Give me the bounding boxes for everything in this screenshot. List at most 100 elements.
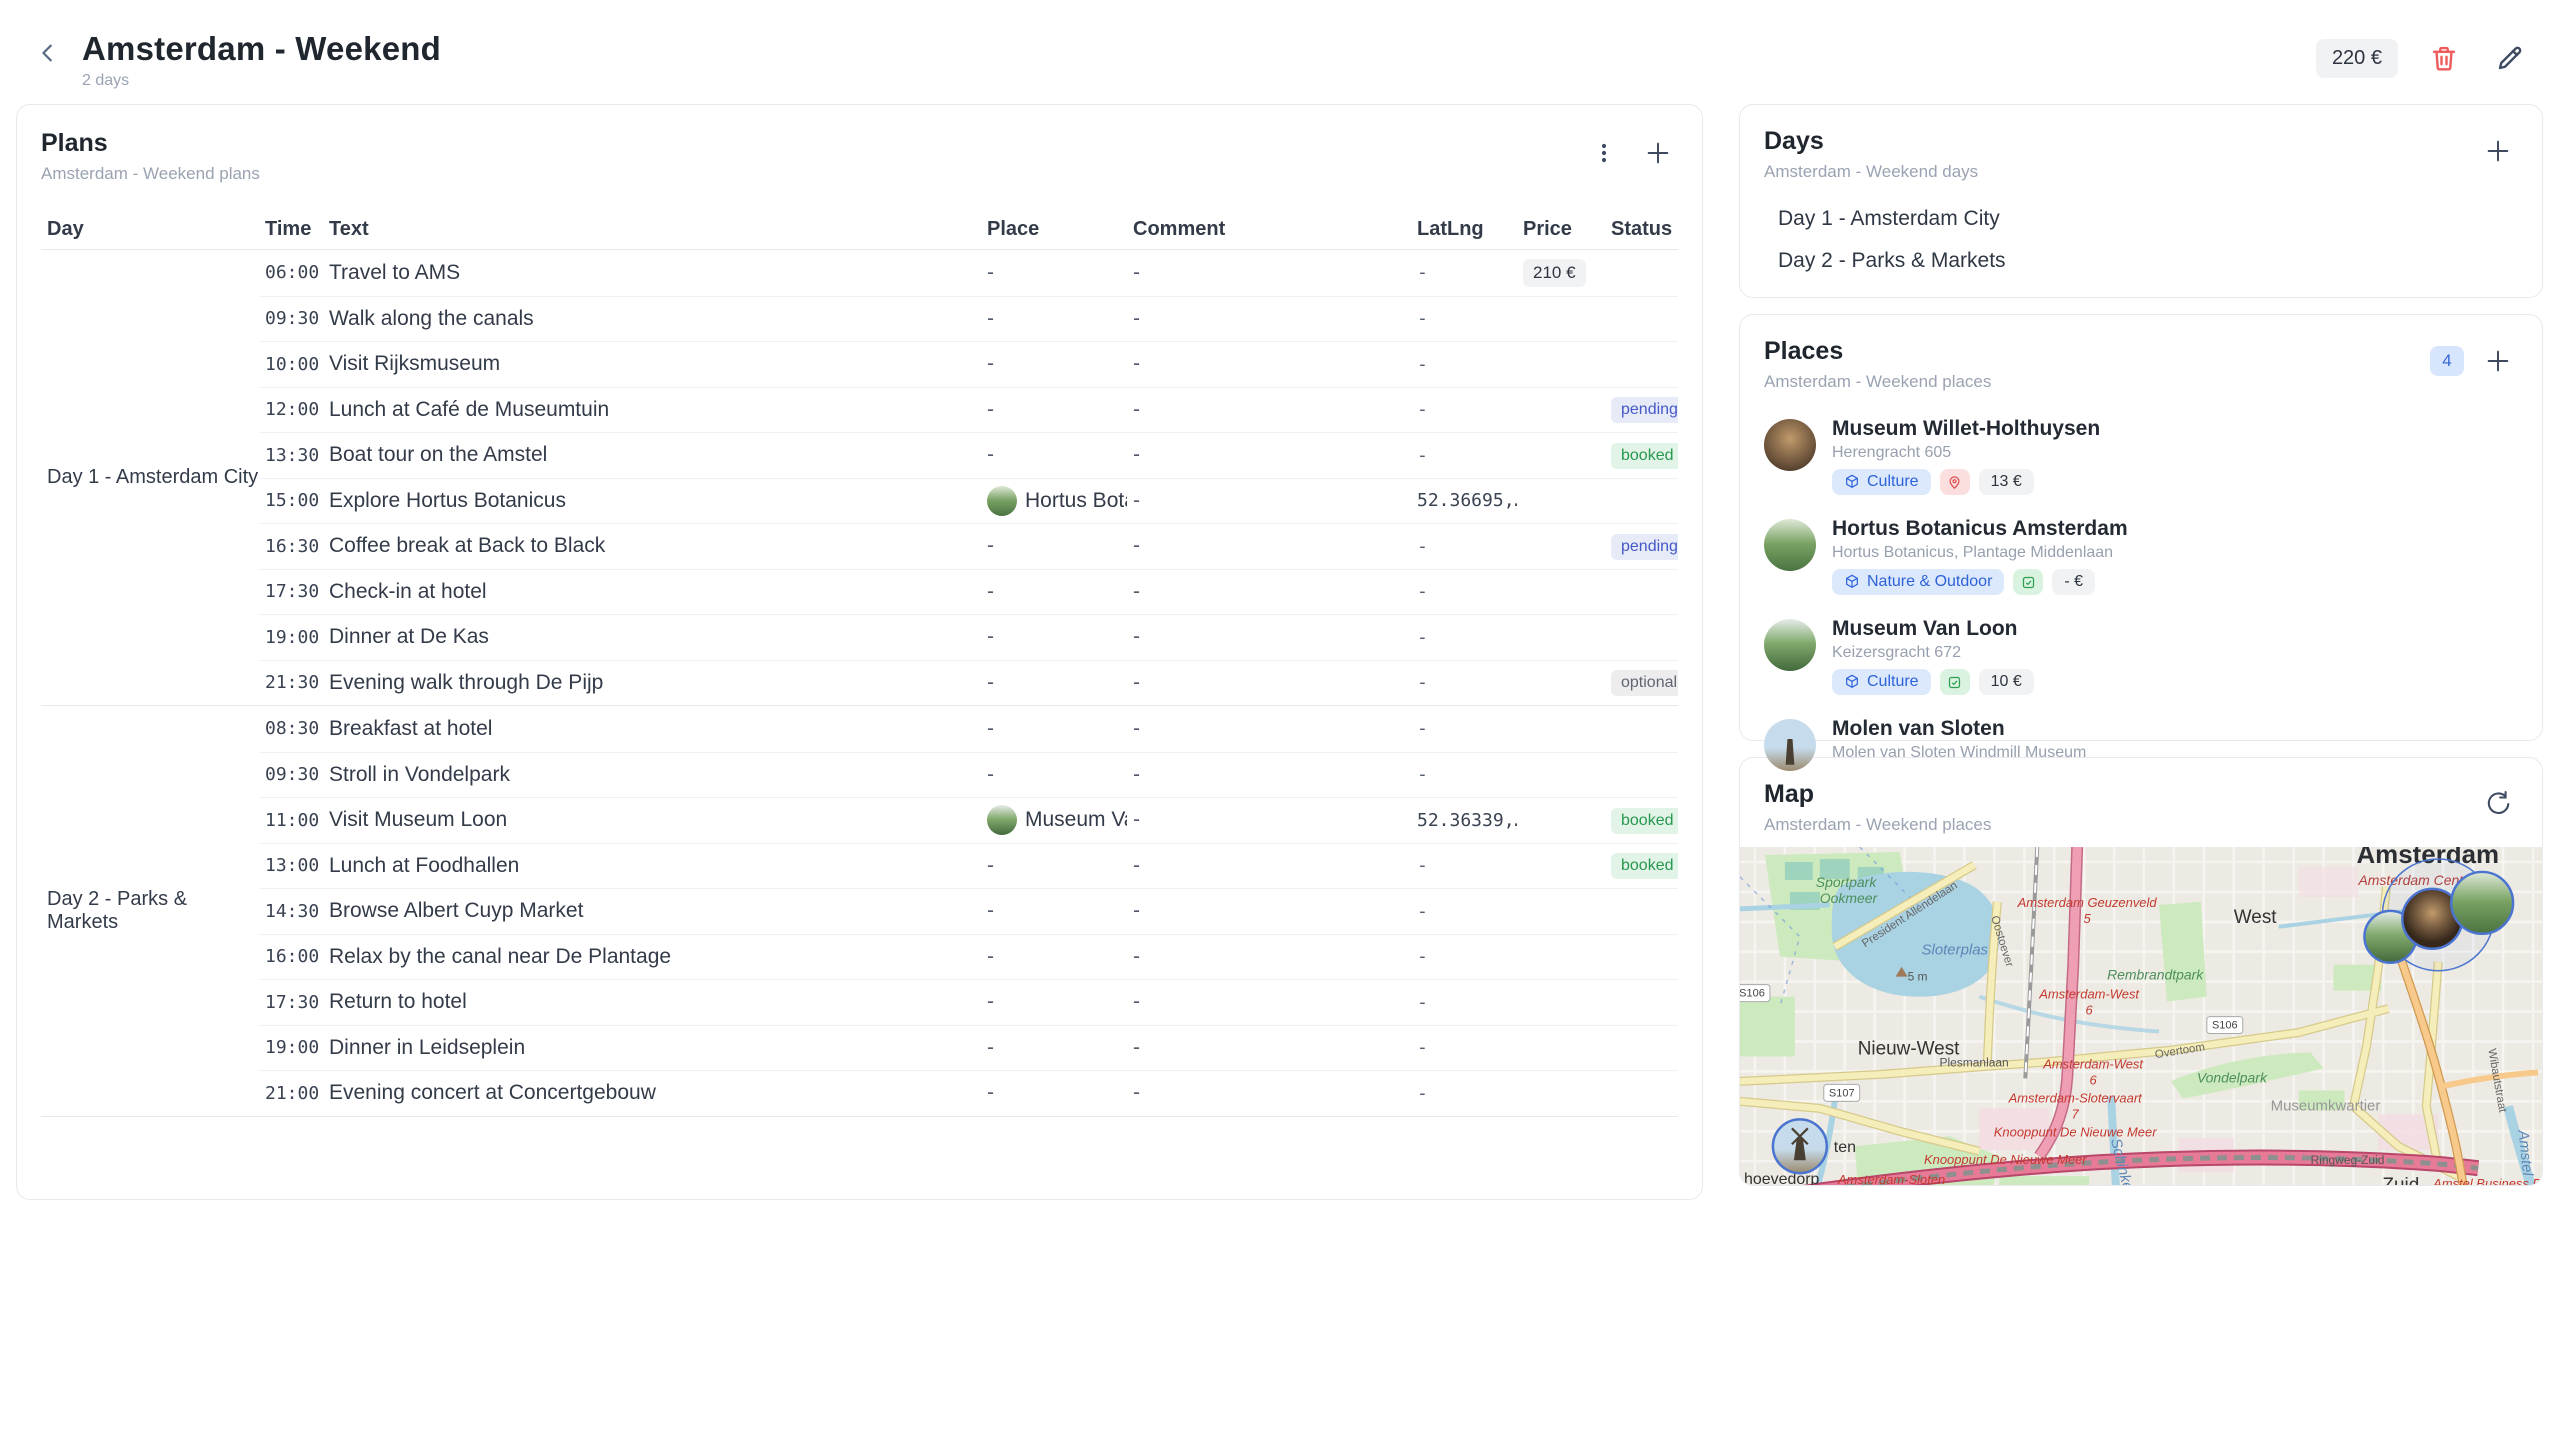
plan-place: Hortus Bota… xyxy=(981,486,1127,516)
col-status: Status xyxy=(1605,218,1678,241)
map-label: Museumkwartier xyxy=(2271,1097,2381,1114)
delete-trip-button[interactable] xyxy=(2424,38,2464,78)
plan-text: Lunch at Café de Museumtuin xyxy=(323,398,981,422)
days-card: Days Amsterdam - Weekend days Day 1 - Am… xyxy=(1739,104,2543,298)
plan-place: - xyxy=(981,1081,1127,1105)
map-subtitle: Amsterdam - Weekend places xyxy=(1764,815,1991,835)
plan-place: - xyxy=(981,990,1127,1014)
plan-text: Explore Hortus Botanicus xyxy=(323,489,981,513)
plan-text: Dinner at De Kas xyxy=(323,625,981,649)
add-day-button[interactable] xyxy=(2478,131,2518,171)
map-label: Rembrandtpark xyxy=(2107,967,2204,983)
plan-row[interactable]: 17:30 Check-in at hotel - - - xyxy=(259,569,1678,615)
map-label: Sloterplas xyxy=(1922,942,1989,959)
map-image: S106 S106 S107 Amsterdam Amsterdam Centr… xyxy=(1740,847,2542,1186)
plan-row[interactable]: 11:00 Visit Museum Loon Museum Va… - 52.… xyxy=(259,797,1678,843)
place-name: Museum Willet-Holthuysen xyxy=(1832,417,2100,441)
svg-text:S107: S107 xyxy=(1829,1087,1855,1099)
plan-row[interactable]: 21:30 Evening walk through De Pijp - - -… xyxy=(259,660,1678,706)
back-button[interactable] xyxy=(30,36,66,72)
plan-comment: - xyxy=(1127,945,1411,969)
plan-place: Museum Va… xyxy=(981,805,1127,835)
days-title: Days xyxy=(1764,127,1978,156)
pin-icon xyxy=(1947,475,1962,490)
category-badge: Nature & Outdoor xyxy=(1832,569,2004,595)
plan-time: 14:30 xyxy=(259,901,323,922)
plan-time: 17:30 xyxy=(259,992,323,1013)
plan-time: 09:30 xyxy=(259,764,323,785)
plan-text: Return to hotel xyxy=(323,990,981,1014)
day-list-item[interactable]: Day 1 - Amsterdam City xyxy=(1764,198,2518,240)
svg-text:S106: S106 xyxy=(2212,1020,2238,1032)
plan-place: - xyxy=(981,352,1127,376)
plus-icon xyxy=(2484,347,2512,375)
plan-row[interactable]: 19:00 Dinner in Leidseplein - - - xyxy=(259,1025,1678,1071)
plan-time: 13:00 xyxy=(259,855,323,876)
day-list-item[interactable]: Day 2 - Parks & Markets xyxy=(1764,240,2518,282)
map-label: Amsterdam-West xyxy=(2042,1056,2144,1071)
add-plan-button[interactable] xyxy=(1638,133,1678,173)
place-photo xyxy=(1764,619,1816,671)
plan-time: 17:30 xyxy=(259,581,323,602)
plan-place: - xyxy=(981,625,1127,649)
place-thumbnail xyxy=(987,486,1017,516)
place-address: Herengracht 605 xyxy=(1832,444,2100,462)
map-label: 6 xyxy=(2090,1072,2098,1087)
col-comment: Comment xyxy=(1127,218,1411,241)
place-list-item[interactable]: Hortus Botanicus Amsterdam Hortus Botani… xyxy=(1764,506,2518,606)
map-marker-hortus-botanicus[interactable] xyxy=(2451,872,2513,934)
plan-comment: - xyxy=(1127,1081,1411,1105)
plan-row[interactable]: 14:30 Browse Albert Cuyp Market - - - xyxy=(259,888,1678,934)
map-label: 5 m xyxy=(1908,970,1928,984)
day-group-label: Day 1 - Amsterdam City xyxy=(41,250,259,705)
plan-row[interactable]: 12:00 Lunch at Café de Museumtuin - - - … xyxy=(259,387,1678,433)
map-viewport[interactable]: S106 S106 S107 Amsterdam Amsterdam Centr… xyxy=(1740,847,2542,1186)
plan-place: - xyxy=(981,945,1127,969)
plan-row[interactable]: 10:00 Visit Rijksmuseum - - - xyxy=(259,341,1678,387)
plan-row[interactable]: 15:00 Explore Hortus Botanicus Hortus Bo… xyxy=(259,478,1678,524)
place-list-item[interactable]: Museum Willet-Holthuysen Herengracht 605… xyxy=(1764,406,2518,506)
map-title: Map xyxy=(1764,780,1991,809)
plan-time: 10:00 xyxy=(259,354,323,375)
map-marker-molen-van-sloten[interactable] xyxy=(1773,1119,1827,1173)
map-label: Ookmeer xyxy=(1820,890,1879,906)
plan-latlng: - xyxy=(1411,581,1517,602)
plan-row[interactable]: 09:30 Stroll in Vondelpark - - - xyxy=(259,752,1678,798)
cube-icon xyxy=(1844,674,1860,690)
plan-row[interactable]: 17:30 Return to hotel - - - xyxy=(259,979,1678,1025)
cube-icon xyxy=(1844,574,1860,590)
plan-row[interactable]: 21:00 Evening concert at Concertgebouw -… xyxy=(259,1070,1678,1116)
plan-row[interactable]: 19:00 Dinner at De Kas - - - xyxy=(259,614,1678,660)
place-price-badge: - € xyxy=(2052,569,2095,595)
map-refresh-button[interactable] xyxy=(2478,784,2518,824)
plan-time: 16:30 xyxy=(259,536,323,557)
plan-row[interactable]: 06:00 Travel to AMS - - - 210 € xyxy=(259,250,1678,296)
plan-place: - xyxy=(981,443,1127,467)
col-time: Time xyxy=(259,218,323,241)
map-label: 7 xyxy=(2072,1106,2080,1121)
plan-row[interactable]: 13:30 Boat tour on the Amstel - - - book… xyxy=(259,432,1678,478)
places-card: Places Amsterdam - Weekend places 4 Muse… xyxy=(1739,314,2543,741)
plan-row[interactable]: 09:30 Walk along the canals - - - xyxy=(259,296,1678,342)
add-place-button[interactable] xyxy=(2478,341,2518,381)
plans-menu-button[interactable] xyxy=(1584,133,1624,173)
total-cost-badge: 220 € xyxy=(2316,39,2398,78)
pencil-icon xyxy=(2495,43,2525,73)
plan-time: 19:00 xyxy=(259,627,323,648)
location-pin-icon xyxy=(1940,469,1970,495)
place-list-item[interactable]: Museum Van Loon Keizersgracht 672 Cultur… xyxy=(1764,606,2518,706)
plan-place: - xyxy=(981,763,1127,787)
plan-row[interactable]: 13:00 Lunch at Foodhallen - - - booked xyxy=(259,843,1678,889)
plan-latlng: - xyxy=(1411,308,1517,329)
plan-comment: - xyxy=(1127,489,1411,513)
plan-text: Boat tour on the Amstel xyxy=(323,443,981,467)
plan-text: Stroll in Vondelpark xyxy=(323,763,981,787)
plan-row[interactable]: 08:30 Breakfast at hotel - - - xyxy=(259,706,1678,752)
plan-time: 15:00 xyxy=(259,490,323,511)
road-shield: S106 xyxy=(2207,1017,2243,1034)
plan-row[interactable]: 16:00 Relax by the canal near De Plantag… xyxy=(259,934,1678,980)
edit-trip-button[interactable] xyxy=(2490,38,2530,78)
place-name: Museum Van Loon xyxy=(1832,617,2034,641)
plan-row[interactable]: 16:30 Coffee break at Back to Black - - … xyxy=(259,523,1678,569)
plan-time: 09:30 xyxy=(259,308,323,329)
